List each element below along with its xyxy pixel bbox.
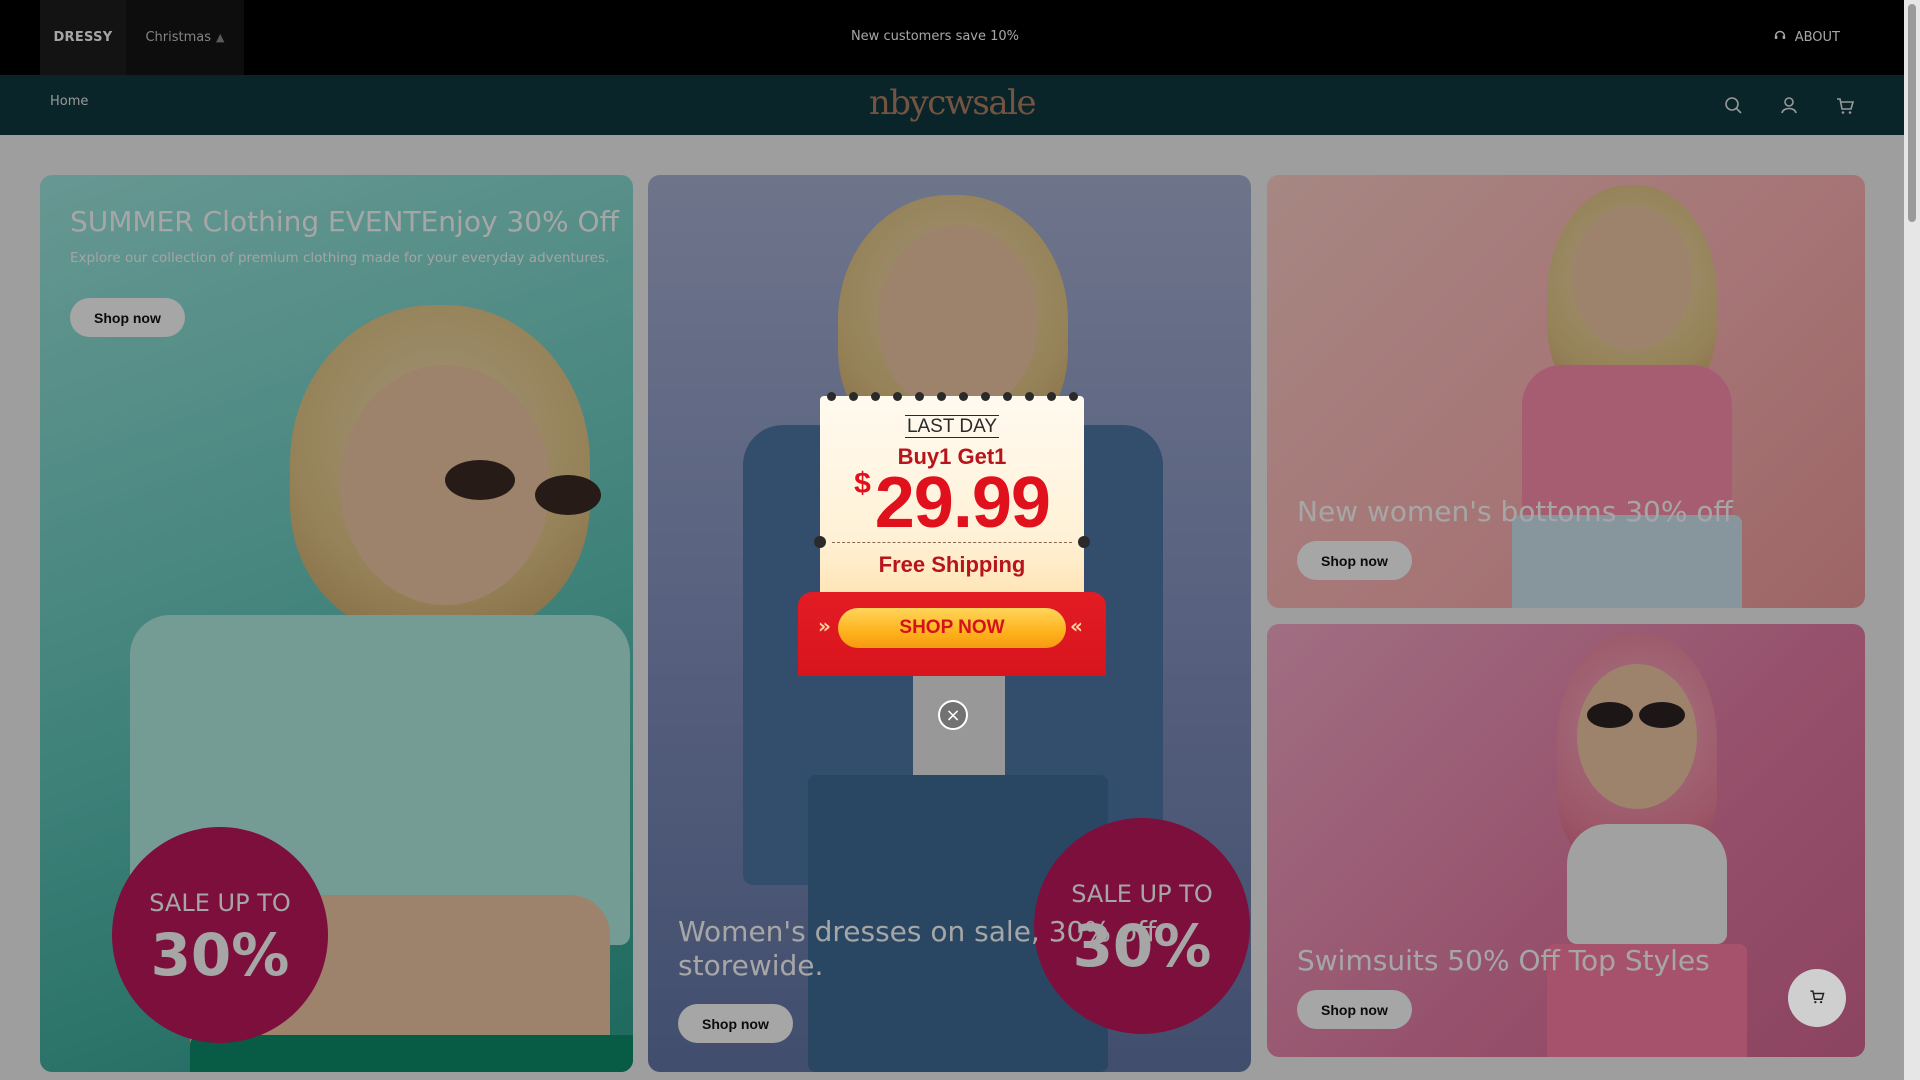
coupon-divider [832, 542, 1072, 543]
popup-last-day-text: LAST DAY [904, 415, 1000, 438]
popup-shipping: Free Shipping [878, 552, 1026, 577]
floating-cart-button[interactable] [1788, 969, 1846, 1027]
popup-base: » SHOP NOW « [798, 592, 1106, 676]
chevron-left-icon: « [1070, 614, 1083, 638]
popup-shop-now-button[interactable]: SHOP NOW [838, 608, 1066, 648]
popup-currency: $ [854, 467, 871, 500]
popup-price-amount: 29.99 [874, 463, 1051, 543]
close-icon[interactable]: × [938, 700, 968, 730]
page-scrollbar[interactable] [1904, 0, 1920, 1080]
popup-price: $29.99 [820, 462, 1084, 544]
coupon-perforation [820, 392, 1084, 402]
scrollbar-thumb[interactable] [1908, 4, 1916, 222]
cart-icon [1808, 987, 1826, 1009]
popup-last-day: LAST DAY [820, 415, 1084, 438]
chevron-right-icon: » [818, 614, 831, 638]
promo-popup: LAST DAY Buy1 Get1 $29.99 Free Shipping … [798, 392, 1106, 682]
